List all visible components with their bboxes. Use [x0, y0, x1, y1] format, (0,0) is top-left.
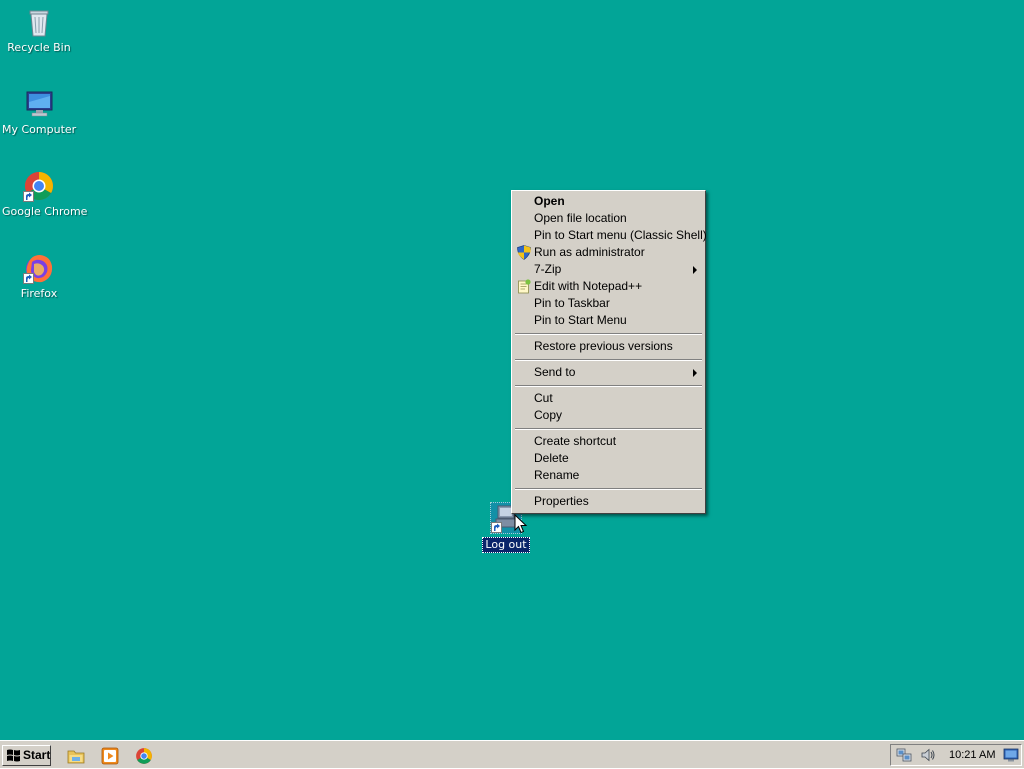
- desktop-icon-recycle-bin[interactable]: Recycle Bin: [0, 6, 78, 55]
- desktop-icon-label: My Computer: [2, 123, 77, 136]
- desktop-icon-label: Firefox: [20, 287, 58, 300]
- menu-item-label: Properties: [534, 494, 589, 508]
- menu-separator: [514, 424, 703, 433]
- my-computer-icon: [23, 88, 55, 120]
- menu-item-label: Send to: [534, 365, 576, 379]
- taskbar: Start 10:21 AM: [0, 740, 1024, 768]
- desktop-icon-label: Log out: [482, 537, 530, 553]
- menu-item-label: Edit with Notepad++: [534, 279, 643, 293]
- desktop-icon-firefox[interactable]: Firefox: [0, 252, 78, 301]
- menu-separator: [514, 355, 703, 364]
- menu-item-label: Open: [534, 194, 565, 208]
- menu-item-pin-to-start-classic-shell[interactable]: Pin to Start menu (Classic Shell): [514, 227, 707, 244]
- uac-shield-icon: [516, 245, 532, 260]
- start-label: Start: [23, 748, 51, 762]
- mouse-cursor-icon: [514, 513, 528, 537]
- menu-item-label: Pin to Start Menu: [534, 313, 627, 327]
- shortcut-arrow-icon: [491, 522, 502, 533]
- menu-item-open-file-location[interactable]: Open file location: [514, 210, 703, 227]
- firefox-icon: [23, 252, 55, 284]
- start-logo-icon: [6, 748, 21, 769]
- menu-item-pin-to-start-menu[interactable]: Pin to Start Menu: [514, 312, 703, 329]
- menu-item-rename[interactable]: Rename: [514, 467, 703, 484]
- shortcut-arrow-icon: [23, 191, 34, 202]
- menu-item-copy[interactable]: Copy: [514, 407, 703, 424]
- quicklaunch-media-player[interactable]: [101, 747, 119, 765]
- volume-icon[interactable]: [920, 747, 936, 763]
- menu-item-properties[interactable]: Properties: [514, 493, 703, 510]
- menu-item-cut[interactable]: Cut: [514, 390, 703, 407]
- desktop-icon-label: Google Chrome: [2, 205, 88, 218]
- menu-item-label: Copy: [534, 408, 563, 422]
- submenu-arrow-icon: [693, 266, 697, 274]
- recycle-bin-icon: [23, 6, 55, 38]
- context-menu[interactable]: Open Open file location Pin to Start men…: [511, 190, 707, 514]
- menu-item-label: Pin to Start menu (Classic Shell): [534, 228, 707, 242]
- clock[interactable]: 10:21 AM: [949, 745, 995, 765]
- start-button[interactable]: Start: [2, 745, 51, 766]
- menu-item-send-to[interactable]: Send to: [514, 364, 703, 381]
- menu-separator: [514, 484, 703, 493]
- shortcut-arrow-icon: [23, 273, 34, 284]
- chrome-icon: [23, 170, 55, 202]
- menu-item-edit-with-notepad-plus-plus[interactable]: Edit with Notepad++: [514, 278, 703, 295]
- submenu-arrow-icon: [693, 369, 697, 377]
- menu-item-pin-to-taskbar[interactable]: Pin to Taskbar: [514, 295, 703, 312]
- menu-separator: [514, 381, 703, 390]
- menu-item-label: Run as administrator: [534, 245, 645, 259]
- media-player-icon: [101, 747, 119, 768]
- menu-item-run-as-administrator[interactable]: Run as administrator: [514, 244, 703, 261]
- quicklaunch-chrome[interactable]: [135, 747, 153, 765]
- menu-item-label: Open file location: [534, 211, 627, 225]
- desktop-icon-my-computer[interactable]: My Computer: [0, 88, 78, 137]
- menu-separator: [514, 329, 703, 338]
- menu-item-open[interactable]: Open: [514, 193, 703, 210]
- network-icon[interactable]: [896, 747, 912, 763]
- menu-item-label: 7-Zip: [534, 262, 562, 276]
- menu-item-label: Pin to Taskbar: [534, 296, 610, 310]
- menu-item-label: Restore previous versions: [534, 339, 673, 353]
- menu-item-delete[interactable]: Delete: [514, 450, 703, 467]
- menu-item-restore-previous-versions[interactable]: Restore previous versions: [514, 338, 703, 355]
- quicklaunch-file-explorer[interactable]: [67, 747, 85, 765]
- file-explorer-icon: [67, 750, 85, 768]
- menu-item-7zip[interactable]: 7-Zip: [514, 261, 703, 278]
- menu-item-label: Create shortcut: [534, 434, 617, 448]
- desktop-icon-google-chrome[interactable]: Google Chrome: [0, 170, 87, 219]
- notepad-plus-plus-icon: [516, 279, 532, 294]
- menu-item-label: Cut: [534, 391, 553, 405]
- show-desktop-icon[interactable]: [1003, 747, 1019, 763]
- desktop-icon-label: Recycle Bin: [7, 41, 71, 54]
- menu-item-label: Delete: [534, 451, 569, 465]
- menu-item-create-shortcut[interactable]: Create shortcut: [514, 433, 703, 450]
- system-tray: 10:21 AM: [890, 744, 1022, 766]
- chrome-icon: [135, 748, 153, 768]
- menu-item-label: Rename: [534, 468, 580, 482]
- desktop[interactable]: Recycle Bin My Computer Google Chrome Fi…: [0, 0, 1024, 740]
